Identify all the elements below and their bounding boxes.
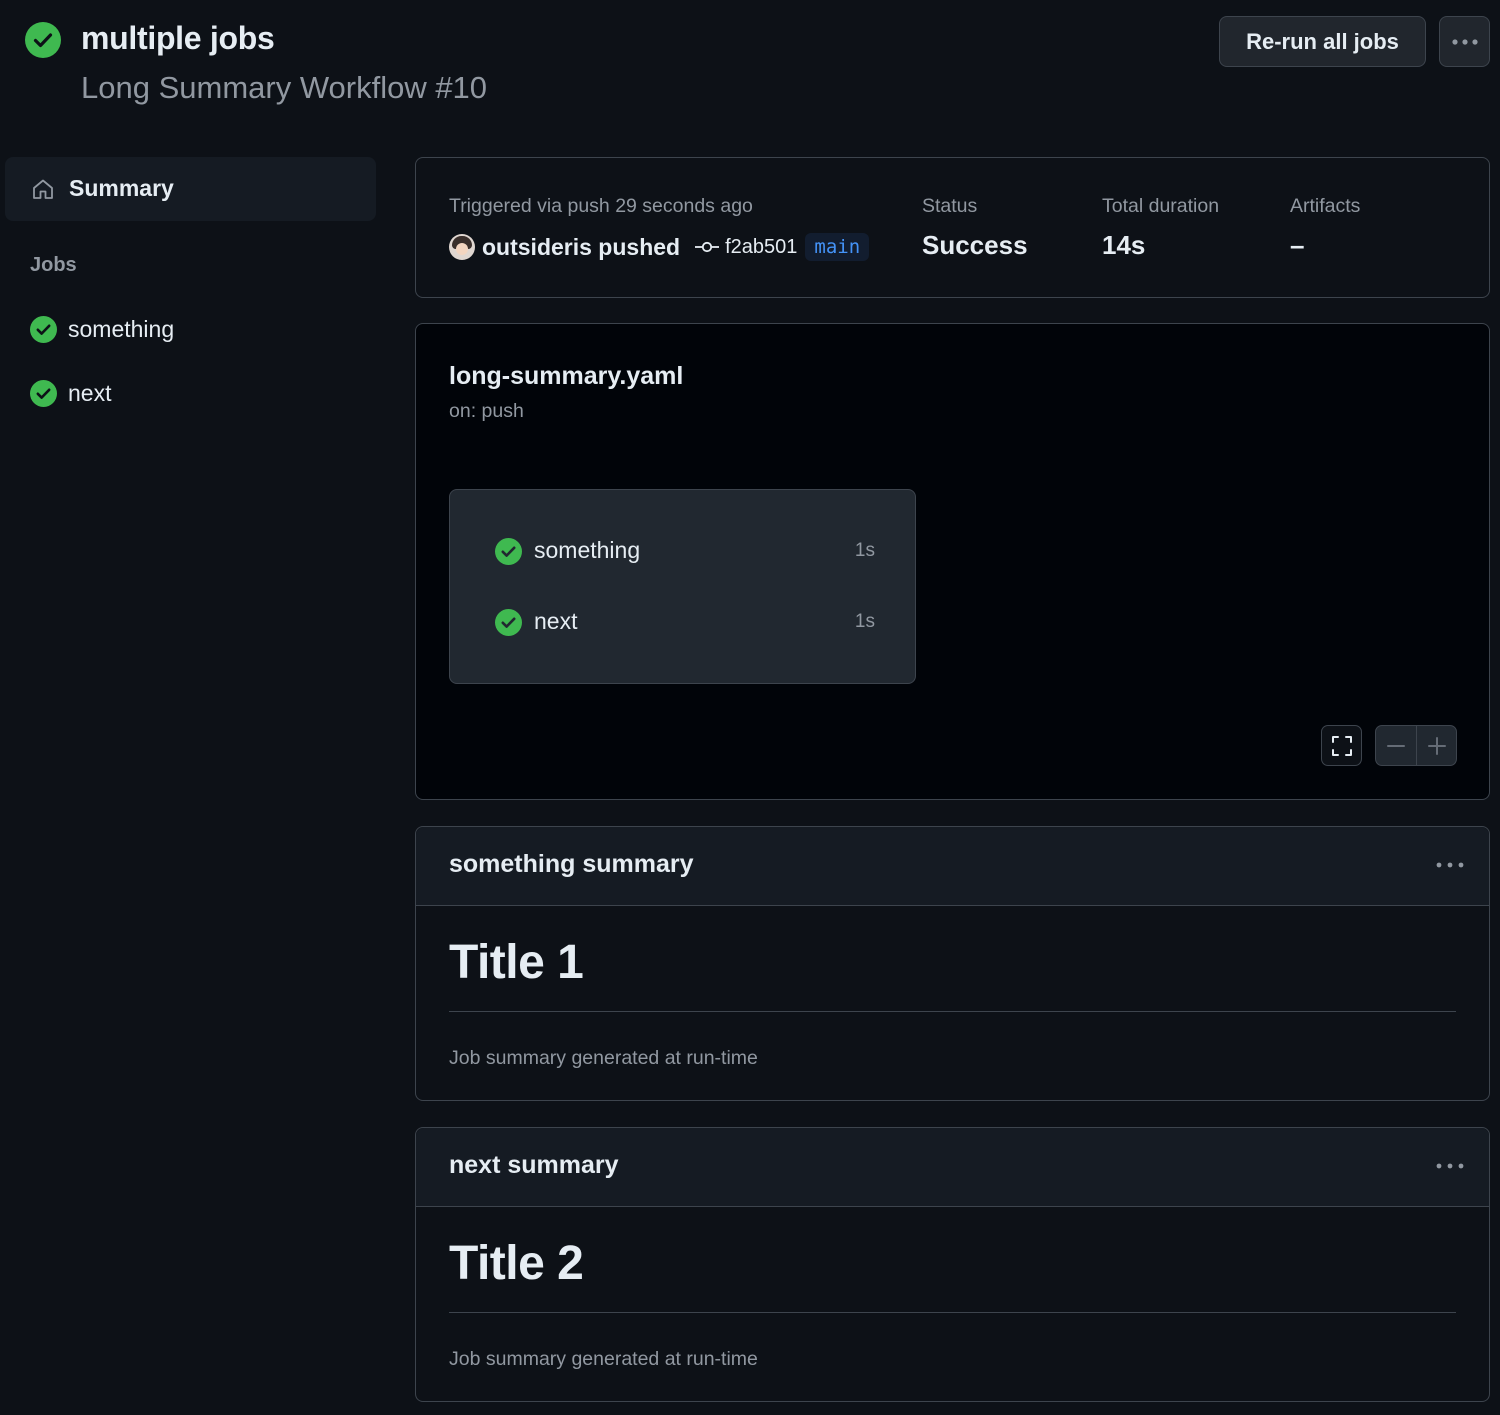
check-circle-fill-icon <box>495 609 522 636</box>
graph-job-next[interactable]: next 1s <box>495 607 875 637</box>
duration-label: Total duration <box>1102 195 1220 217</box>
more-actions-button[interactable] <box>1439 16 1490 67</box>
status-label: Status <box>922 195 978 217</box>
workflow-run-page: multiple jobs Long Summary Workflow #10 … <box>0 0 1500 1415</box>
zoom-in-button[interactable] <box>1416 726 1456 765</box>
summary-heading: Title 2 <box>449 1237 584 1290</box>
sidebar-item-job-next[interactable]: next <box>30 379 370 409</box>
zoom-controls <box>1375 725 1457 766</box>
summary-text: Job summary generated at run-time <box>449 1047 758 1069</box>
check-circle-fill-icon <box>30 316 57 343</box>
job-summary-card-next: next summary Title 2 Job summary generat… <box>415 1127 1490 1402</box>
kebab-horizontal-icon <box>1451 38 1478 45</box>
divider <box>449 1312 1456 1313</box>
branch-badge[interactable]: main <box>805 233 870 261</box>
jobs-heading: Jobs <box>30 254 77 276</box>
job-group: something 1s next 1s <box>449 489 916 684</box>
graph-job-something[interactable]: something 1s <box>495 536 875 566</box>
artifacts-value: – <box>1290 230 1305 260</box>
check-circle-fill-icon <box>25 22 61 58</box>
job-summary-card-something: something summary Title 1 Job summary ge… <box>415 826 1490 1101</box>
workflow-name: Long Summary Workflow #10 <box>81 70 488 105</box>
git-commit-icon <box>695 241 720 253</box>
sidebar-job-label: something <box>68 316 175 342</box>
home-icon <box>33 179 53 199</box>
graph-job-duration: 1s <box>854 611 875 632</box>
summary-text: Job summary generated at run-time <box>449 1348 758 1370</box>
run-header: multiple jobs Long Summary Workflow #10 … <box>0 0 1500 130</box>
kebab-horizontal-icon[interactable] <box>1435 1156 1465 1176</box>
rerun-all-jobs-button[interactable]: Re-run all jobs <box>1219 16 1426 67</box>
duration-value: 14s <box>1102 230 1146 260</box>
workflow-file-link[interactable]: long-summary.yaml <box>449 362 683 391</box>
divider <box>449 1011 1456 1012</box>
graph-job-duration: 1s <box>854 540 875 561</box>
graph-job-label: something <box>534 537 641 563</box>
kebab-horizontal-icon[interactable] <box>1435 855 1465 875</box>
commit-sha-link[interactable]: f2ab501 <box>725 236 797 259</box>
check-circle-fill-icon <box>30 380 57 407</box>
zoom-out-button[interactable] <box>1376 726 1416 765</box>
run-info-card: Triggered via push 29 seconds ago outsid… <box>415 157 1490 298</box>
pusher-name[interactable]: outsideris pushed <box>482 234 680 261</box>
check-circle-fill-icon <box>495 538 522 565</box>
sidebar-item-summary[interactable]: Summary <box>5 157 376 221</box>
fullscreen-button[interactable] <box>1321 725 1362 766</box>
summary-card-title: next summary <box>449 1151 619 1179</box>
dash-icon <box>1387 744 1405 747</box>
workflow-trigger: on: push <box>449 400 524 422</box>
run-title: multiple jobs <box>81 20 275 56</box>
summary-card-header: next summary <box>416 1128 1489 1207</box>
trigger-text: Triggered via push 29 seconds ago <box>449 195 753 217</box>
workflow-graph-card: long-summary.yaml on: push something 1s … <box>415 323 1490 800</box>
screen-full-icon <box>1331 735 1352 756</box>
graph-job-label: next <box>534 608 578 634</box>
sidebar: Summary Jobs something next <box>0 150 390 450</box>
pusher-row: outsideris pushed f2ab501 main <box>449 232 870 262</box>
summary-card-header: something summary <box>416 827 1489 906</box>
sidebar-item-label: Summary <box>69 175 174 201</box>
plus-icon <box>1427 736 1446 755</box>
summary-card-title: something summary <box>449 850 694 878</box>
sidebar-job-label: next <box>68 380 112 406</box>
sidebar-item-job-something[interactable]: something <box>30 315 370 345</box>
status-value: Success <box>922 230 1028 260</box>
summary-heading: Title 1 <box>449 936 584 989</box>
avatar[interactable] <box>449 234 475 260</box>
artifacts-label: Artifacts <box>1290 195 1361 217</box>
